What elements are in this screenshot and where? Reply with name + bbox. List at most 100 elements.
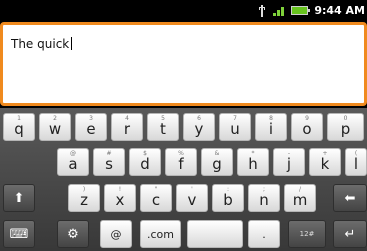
text-input-value: The quick [11, 37, 73, 51]
usb-icon [259, 4, 266, 17]
key-label: .com [147, 227, 174, 241]
key-j[interactable]: -j [273, 148, 305, 176]
status-time: 9:44 AM [314, 4, 365, 17]
key-label: h [248, 154, 258, 173]
key-t[interactable]: 5t [147, 113, 179, 141]
battery-icon [291, 6, 311, 15]
key-sub-label: ) [82, 186, 86, 193]
key-label: y [194, 119, 204, 138]
key-h[interactable]: * h [237, 148, 269, 176]
key-x[interactable]: ! x [104, 184, 136, 212]
key-sub-label: 2 [53, 115, 57, 122]
key-label: m [292, 190, 308, 209]
key-z[interactable]: ) z [68, 184, 100, 212]
key-sub-label: 0 [343, 115, 348, 122]
key-l[interactable]: (l [345, 148, 367, 176]
key-sub-label: : [226, 186, 230, 193]
signal-icon [273, 5, 287, 16]
key-label: s [105, 154, 113, 173]
gear-icon: ⚙ [67, 226, 79, 242]
android-screen: 9:44 AM The quick 1q 2w 3e 4r 5t 6y 7u 8… [0, 0, 367, 251]
typed-text: The quick [11, 37, 70, 51]
key-label: 12# [299, 230, 315, 238]
key-u[interactable]: 7u [219, 113, 251, 141]
key-s[interactable]: # s [93, 148, 125, 176]
key-label: p [340, 119, 351, 138]
key-sub-label: 5 [161, 115, 165, 122]
key-sub-label: 7 [233, 115, 237, 122]
key-sub-label: " [154, 186, 158, 193]
key-sub-label: ! [118, 186, 122, 193]
key-label: f [178, 154, 184, 173]
key-label: g [212, 154, 222, 173]
key-sub-label: ( [354, 150, 358, 157]
key-y[interactable]: 6y [183, 113, 215, 141]
key-label: j [286, 154, 292, 173]
key-label: k [320, 154, 330, 173]
key-label: t [160, 119, 166, 138]
key-sub-label: ; [262, 186, 266, 193]
key-label: . [262, 227, 266, 241]
key-sub-label: 8 [269, 115, 273, 122]
text-caret [71, 37, 73, 50]
key-sub-label: ' [191, 186, 193, 193]
key-sub-label: 4 [125, 115, 129, 122]
key-d[interactable]: $ d [129, 148, 161, 176]
key-sub-label: 3 [89, 115, 93, 122]
settings-key[interactable]: ⚙ [57, 220, 89, 248]
key-label: o [302, 119, 312, 138]
key-a[interactable]: @ a [57, 148, 89, 176]
key-label: n [259, 190, 269, 209]
key-o[interactable]: 9o [291, 113, 323, 141]
key-k[interactable]: + k [309, 148, 341, 176]
key-label: i [268, 119, 274, 138]
key-f[interactable]: % f [165, 148, 197, 176]
key-label: r [123, 119, 131, 138]
key-sub-label: 9 [305, 115, 309, 122]
key-q[interactable]: 1q [3, 113, 35, 141]
status-bar: 9:44 AM [0, 0, 367, 21]
input-method-key[interactable]: ⌨ [3, 220, 35, 248]
key-b[interactable]: :b [212, 184, 244, 212]
space-key[interactable] [187, 220, 243, 248]
key-r[interactable]: 4r [111, 113, 143, 141]
key-sub-label: * [251, 150, 255, 157]
key-n[interactable]: ; n [248, 184, 280, 212]
key-sub-label: + [322, 150, 328, 157]
key-sub-label: # [106, 150, 112, 157]
key-g[interactable]: & g [201, 148, 233, 176]
key-sub-label: 1 [17, 115, 21, 122]
keyboard-icon: ⌨ [9, 226, 29, 242]
key-label: q [14, 119, 24, 138]
text-input-field[interactable]: The quick [0, 22, 367, 106]
key-label: @ [110, 227, 122, 241]
dotcom-key[interactable]: .com [140, 220, 181, 248]
symbols-key[interactable]: 12# [288, 220, 326, 248]
key-e[interactable]: 3e [75, 113, 107, 141]
key-label: b [223, 190, 233, 209]
key-label: x [115, 190, 125, 209]
backspace-key[interactable]: ⬅ [333, 184, 367, 212]
key-sub-label: $ [143, 150, 147, 157]
shift-key[interactable]: ⬆ [3, 184, 35, 212]
key-sub-label: 6 [197, 115, 201, 122]
key-v[interactable]: ' v [176, 184, 208, 212]
key-sub-label: @ [70, 150, 76, 157]
left-arrow-icon: ⬅ [344, 190, 356, 206]
key-label: d [140, 154, 150, 173]
key-label: e [86, 119, 96, 138]
at-key[interactable]: @ [100, 220, 132, 248]
key-sub-label: & [214, 150, 220, 157]
key-c[interactable]: " c [140, 184, 172, 212]
period-key[interactable]: . [248, 220, 280, 248]
soft-keyboard: 1q 2w 3e 4r 5t 6y 7u 8i 9o 0p @ a # s $ d %… [0, 108, 367, 251]
enter-key[interactable]: ↵ [333, 220, 367, 248]
key-label: v [187, 190, 197, 209]
key-p[interactable]: 0p [327, 113, 364, 141]
key-sub-label: % [178, 150, 184, 157]
key-sub-label: - [287, 150, 291, 157]
enter-arrow-icon: ↵ [344, 226, 356, 242]
key-m[interactable]: / m [284, 184, 316, 212]
key-i[interactable]: 8i [255, 113, 287, 141]
key-w[interactable]: 2w [39, 113, 71, 141]
